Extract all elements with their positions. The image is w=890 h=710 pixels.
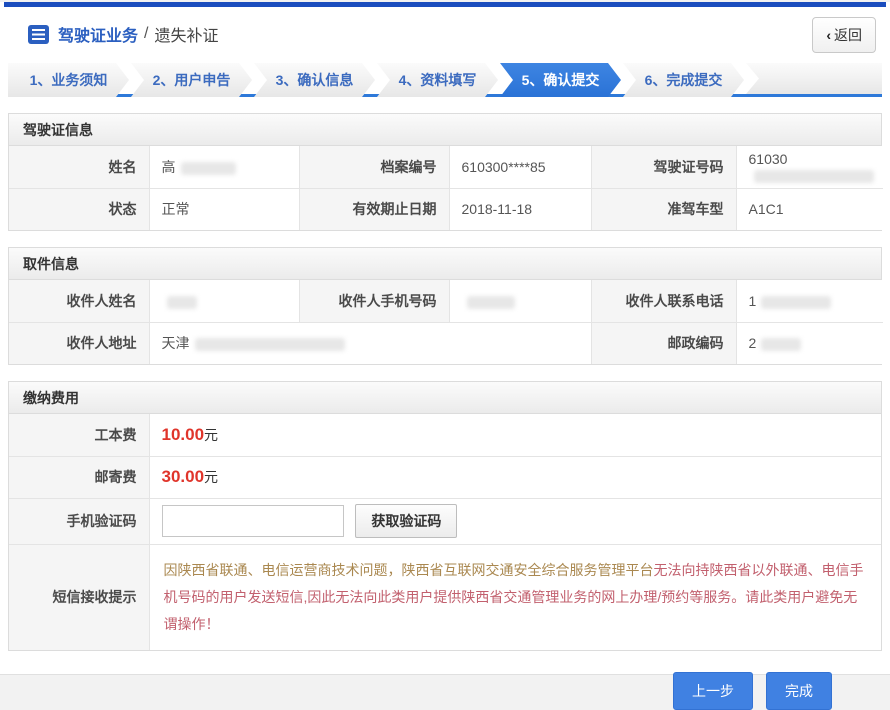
redacted-blur — [754, 170, 874, 183]
status-label: 状态 — [9, 188, 149, 230]
redacted-blur — [761, 296, 831, 309]
recipient-mobile-label: 收件人手机号码 — [299, 280, 449, 322]
step-wizard: 1、业务须知 2、用户申告 3、确认信息 4、资料填写 5、确认提交 6、完成提… — [8, 63, 882, 97]
expiry-date-label: 有效期止日期 — [299, 188, 449, 230]
license-info-section: 驾驶证信息 姓名 高 档案编号 610300****85 驾驶证号码 61030… — [8, 113, 882, 231]
postal-code-value: 2 — [736, 322, 883, 364]
page-container: 驾驶证业务 / 遗失补证 ‹返回 1、业务须知 2、用户申告 3、确认信息 4、… — [0, 2, 890, 675]
sms-code-cell: 获取验证码 — [149, 498, 881, 544]
recipient-name-value — [149, 280, 299, 322]
production-fee-amount: 10.00 — [162, 425, 205, 444]
recipient-address-value-text: 天津 — [162, 335, 190, 351]
file-number-value: 610300****85 — [449, 146, 591, 188]
step-bar-filler — [746, 63, 882, 94]
recipient-name-label: 收件人姓名 — [9, 280, 149, 322]
table-row: 工本费 10.00元 — [9, 414, 881, 456]
sms-notice-label: 短信接收提示 — [9, 544, 149, 650]
redacted-blur — [181, 162, 236, 175]
postage-fee-label: 邮寄费 — [9, 456, 149, 498]
production-fee-unit: 元 — [204, 427, 218, 443]
sms-notice-part1: 因陕西省联通、电信运营商技术问题，陕西省互联网交通安全综合服务管理平台 — [164, 562, 654, 578]
payment-fees-title: 缴纳费用 — [9, 382, 881, 414]
recipient-phone-value-text: 1 — [749, 293, 757, 309]
sms-code-input[interactable] — [162, 505, 344, 537]
postage-fee-value: 30.00元 — [149, 456, 881, 498]
table-row: 状态 正常 有效期止日期 2018-11-18 准驾车型 A1C1 — [9, 188, 883, 230]
recipient-phone-value: 1 — [736, 280, 883, 322]
redacted-blur — [167, 296, 197, 309]
name-label: 姓名 — [9, 146, 149, 188]
pickup-info-section: 取件信息 收件人姓名 收件人手机号码 收件人联系电话 1 收件人地址 天津 邮政… — [8, 247, 882, 365]
table-row: 姓名 高 档案编号 610300****85 驾驶证号码 61030 — [9, 146, 883, 188]
step-3-confirm-info: 3、确认信息 — [254, 63, 375, 97]
table-row: 手机验证码 获取验证码 — [9, 498, 881, 544]
vehicle-class-label: 准驾车型 — [591, 188, 736, 230]
file-number-label: 档案编号 — [299, 146, 449, 188]
footer-actions: 上一步 完成 — [8, 651, 882, 710]
page-header: 驾驶证业务 / 遗失补证 ‹返回 — [8, 7, 882, 59]
redacted-blur — [467, 296, 515, 309]
payment-fees-section: 缴纳费用 工本费 10.00元 邮寄费 30.00元 手机验证码 获取验证码 短… — [8, 381, 882, 651]
chevron-left-icon: ‹ — [826, 27, 831, 43]
back-button-label: 返回 — [834, 27, 862, 43]
production-fee-value: 10.00元 — [149, 414, 881, 456]
name-value-text: 高 — [162, 159, 176, 175]
step-6-complete-submit: 6、完成提交 — [623, 63, 744, 97]
get-sms-code-button[interactable]: 获取验证码 — [355, 504, 457, 538]
step-1-business-notice: 1、业务须知 — [8, 63, 129, 97]
postage-fee-unit: 元 — [204, 469, 218, 485]
table-row: 收件人姓名 收件人手机号码 收件人联系电话 1 — [9, 280, 883, 322]
table-row: 收件人地址 天津 邮政编码 2 — [9, 322, 883, 364]
recipient-mobile-value — [449, 280, 591, 322]
step-4-fill-materials: 4、资料填写 — [377, 63, 498, 97]
postage-fee-amount: 30.00 — [162, 467, 205, 486]
license-number-value-text: 61030 — [749, 151, 788, 167]
production-fee-label: 工本费 — [9, 414, 149, 456]
recipient-address-label: 收件人地址 — [9, 322, 149, 364]
status-value: 正常 — [149, 188, 299, 230]
license-business-list-icon — [28, 25, 49, 44]
table-row: 邮寄费 30.00元 — [9, 456, 881, 498]
table-row: 短信接收提示 因陕西省联通、电信运营商技术问题，陕西省互联网交通安全综合服务管理… — [9, 544, 881, 650]
recipient-phone-label: 收件人联系电话 — [591, 280, 736, 322]
postal-code-label: 邮政编码 — [591, 322, 736, 364]
breadcrumb-separator: / — [144, 25, 148, 43]
breadcrumb-section: 驾驶证业务 — [58, 22, 138, 46]
postal-code-value-text: 2 — [749, 335, 757, 351]
name-value: 高 — [149, 146, 299, 188]
pickup-info-title: 取件信息 — [9, 248, 881, 280]
recipient-address-value: 天津 — [149, 322, 591, 364]
license-number-value: 61030 — [736, 146, 883, 188]
sms-notice-text: 因陕西省联通、电信运营商技术问题，陕西省互联网交通安全综合服务管理平台无法向持陕… — [149, 544, 881, 650]
breadcrumb-current: 遗失补证 — [154, 22, 218, 46]
license-info-title: 驾驶证信息 — [9, 114, 881, 146]
step-2-user-declaration: 2、用户申告 — [131, 63, 252, 97]
redacted-blur — [761, 338, 801, 351]
finish-button[interactable]: 完成 — [766, 672, 832, 710]
vehicle-class-value: A1C1 — [736, 188, 883, 230]
previous-step-button[interactable]: 上一步 — [673, 672, 753, 710]
license-info-table: 姓名 高 档案编号 610300****85 驾驶证号码 61030 状态 正常… — [9, 146, 883, 230]
sms-code-label: 手机验证码 — [9, 498, 149, 544]
payment-fees-table: 工本费 10.00元 邮寄费 30.00元 手机验证码 获取验证码 短信接收提示… — [9, 414, 881, 650]
redacted-blur — [195, 338, 345, 351]
expiry-date-value: 2018-11-18 — [449, 188, 591, 230]
step-5-confirm-submit-active: 5、确认提交 — [500, 63, 621, 97]
pickup-info-table: 收件人姓名 收件人手机号码 收件人联系电话 1 收件人地址 天津 邮政编码 2 — [9, 280, 883, 364]
back-button[interactable]: ‹返回 — [812, 17, 876, 53]
license-number-label: 驾驶证号码 — [591, 146, 736, 188]
